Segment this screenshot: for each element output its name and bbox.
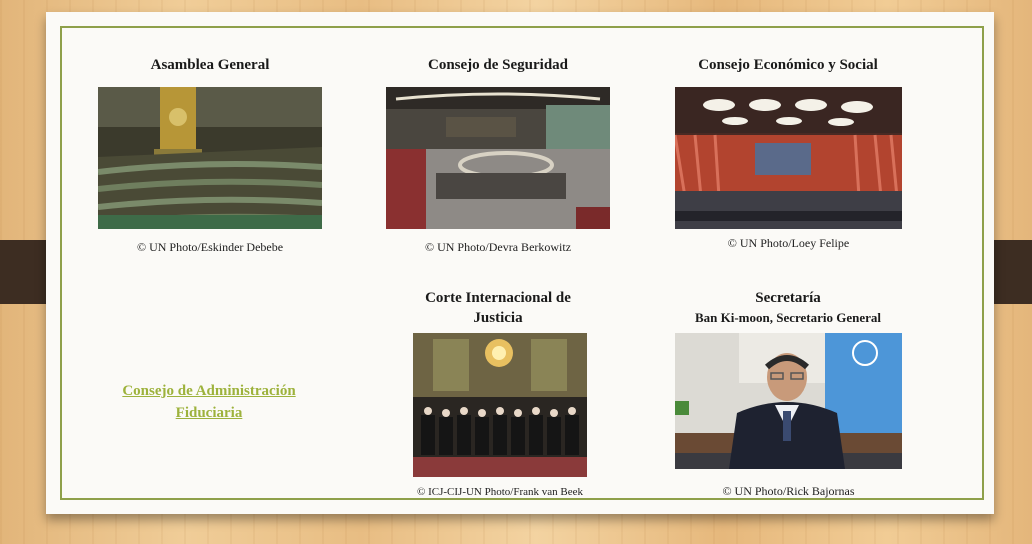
trusteeship-link-line1: Consejo de Administración	[122, 383, 296, 399]
icj-title-line1: Corte Internacional de	[425, 290, 571, 306]
ban-ki-moon-photo	[675, 333, 902, 469]
trusteeship-council-link[interactable]: Consejo de Administración Fiduciaria	[98, 380, 320, 424]
icj-title: Corte Internacional de Justicia	[398, 288, 598, 328]
ecosoc-caption: © UN Photo/Loey Felipe	[727, 236, 850, 250]
general-assembly-photo	[98, 87, 322, 229]
general-assembly-caption: © UN Photo/Eskinder Debebe	[136, 240, 284, 254]
secretariat-title: Secretaría	[755, 290, 821, 306]
general-assembly-title: Asamblea General	[150, 57, 270, 73]
icj-caption: © ICJ-CIJ-UN Photo/Frank van Beek	[416, 486, 583, 498]
trusteeship-link-line2: Fiduciaria	[175, 405, 243, 421]
ecosoc-title: Consejo Económico y Social	[698, 57, 878, 73]
icj-photo	[413, 333, 587, 477]
security-council-photo	[386, 87, 610, 229]
security-council-caption: © UN Photo/Devra Berkowitz	[424, 240, 572, 254]
security-council-title: Consejo de Seguridad	[427, 57, 569, 73]
ecosoc-photo	[675, 87, 902, 229]
icj-title-line2: Justicia	[473, 310, 523, 326]
secretariat-subtitle: Ban Ki-moon, Secretario General	[694, 310, 882, 325]
secretariat-caption: © UN Photo/Rick Bajornas	[722, 484, 855, 498]
